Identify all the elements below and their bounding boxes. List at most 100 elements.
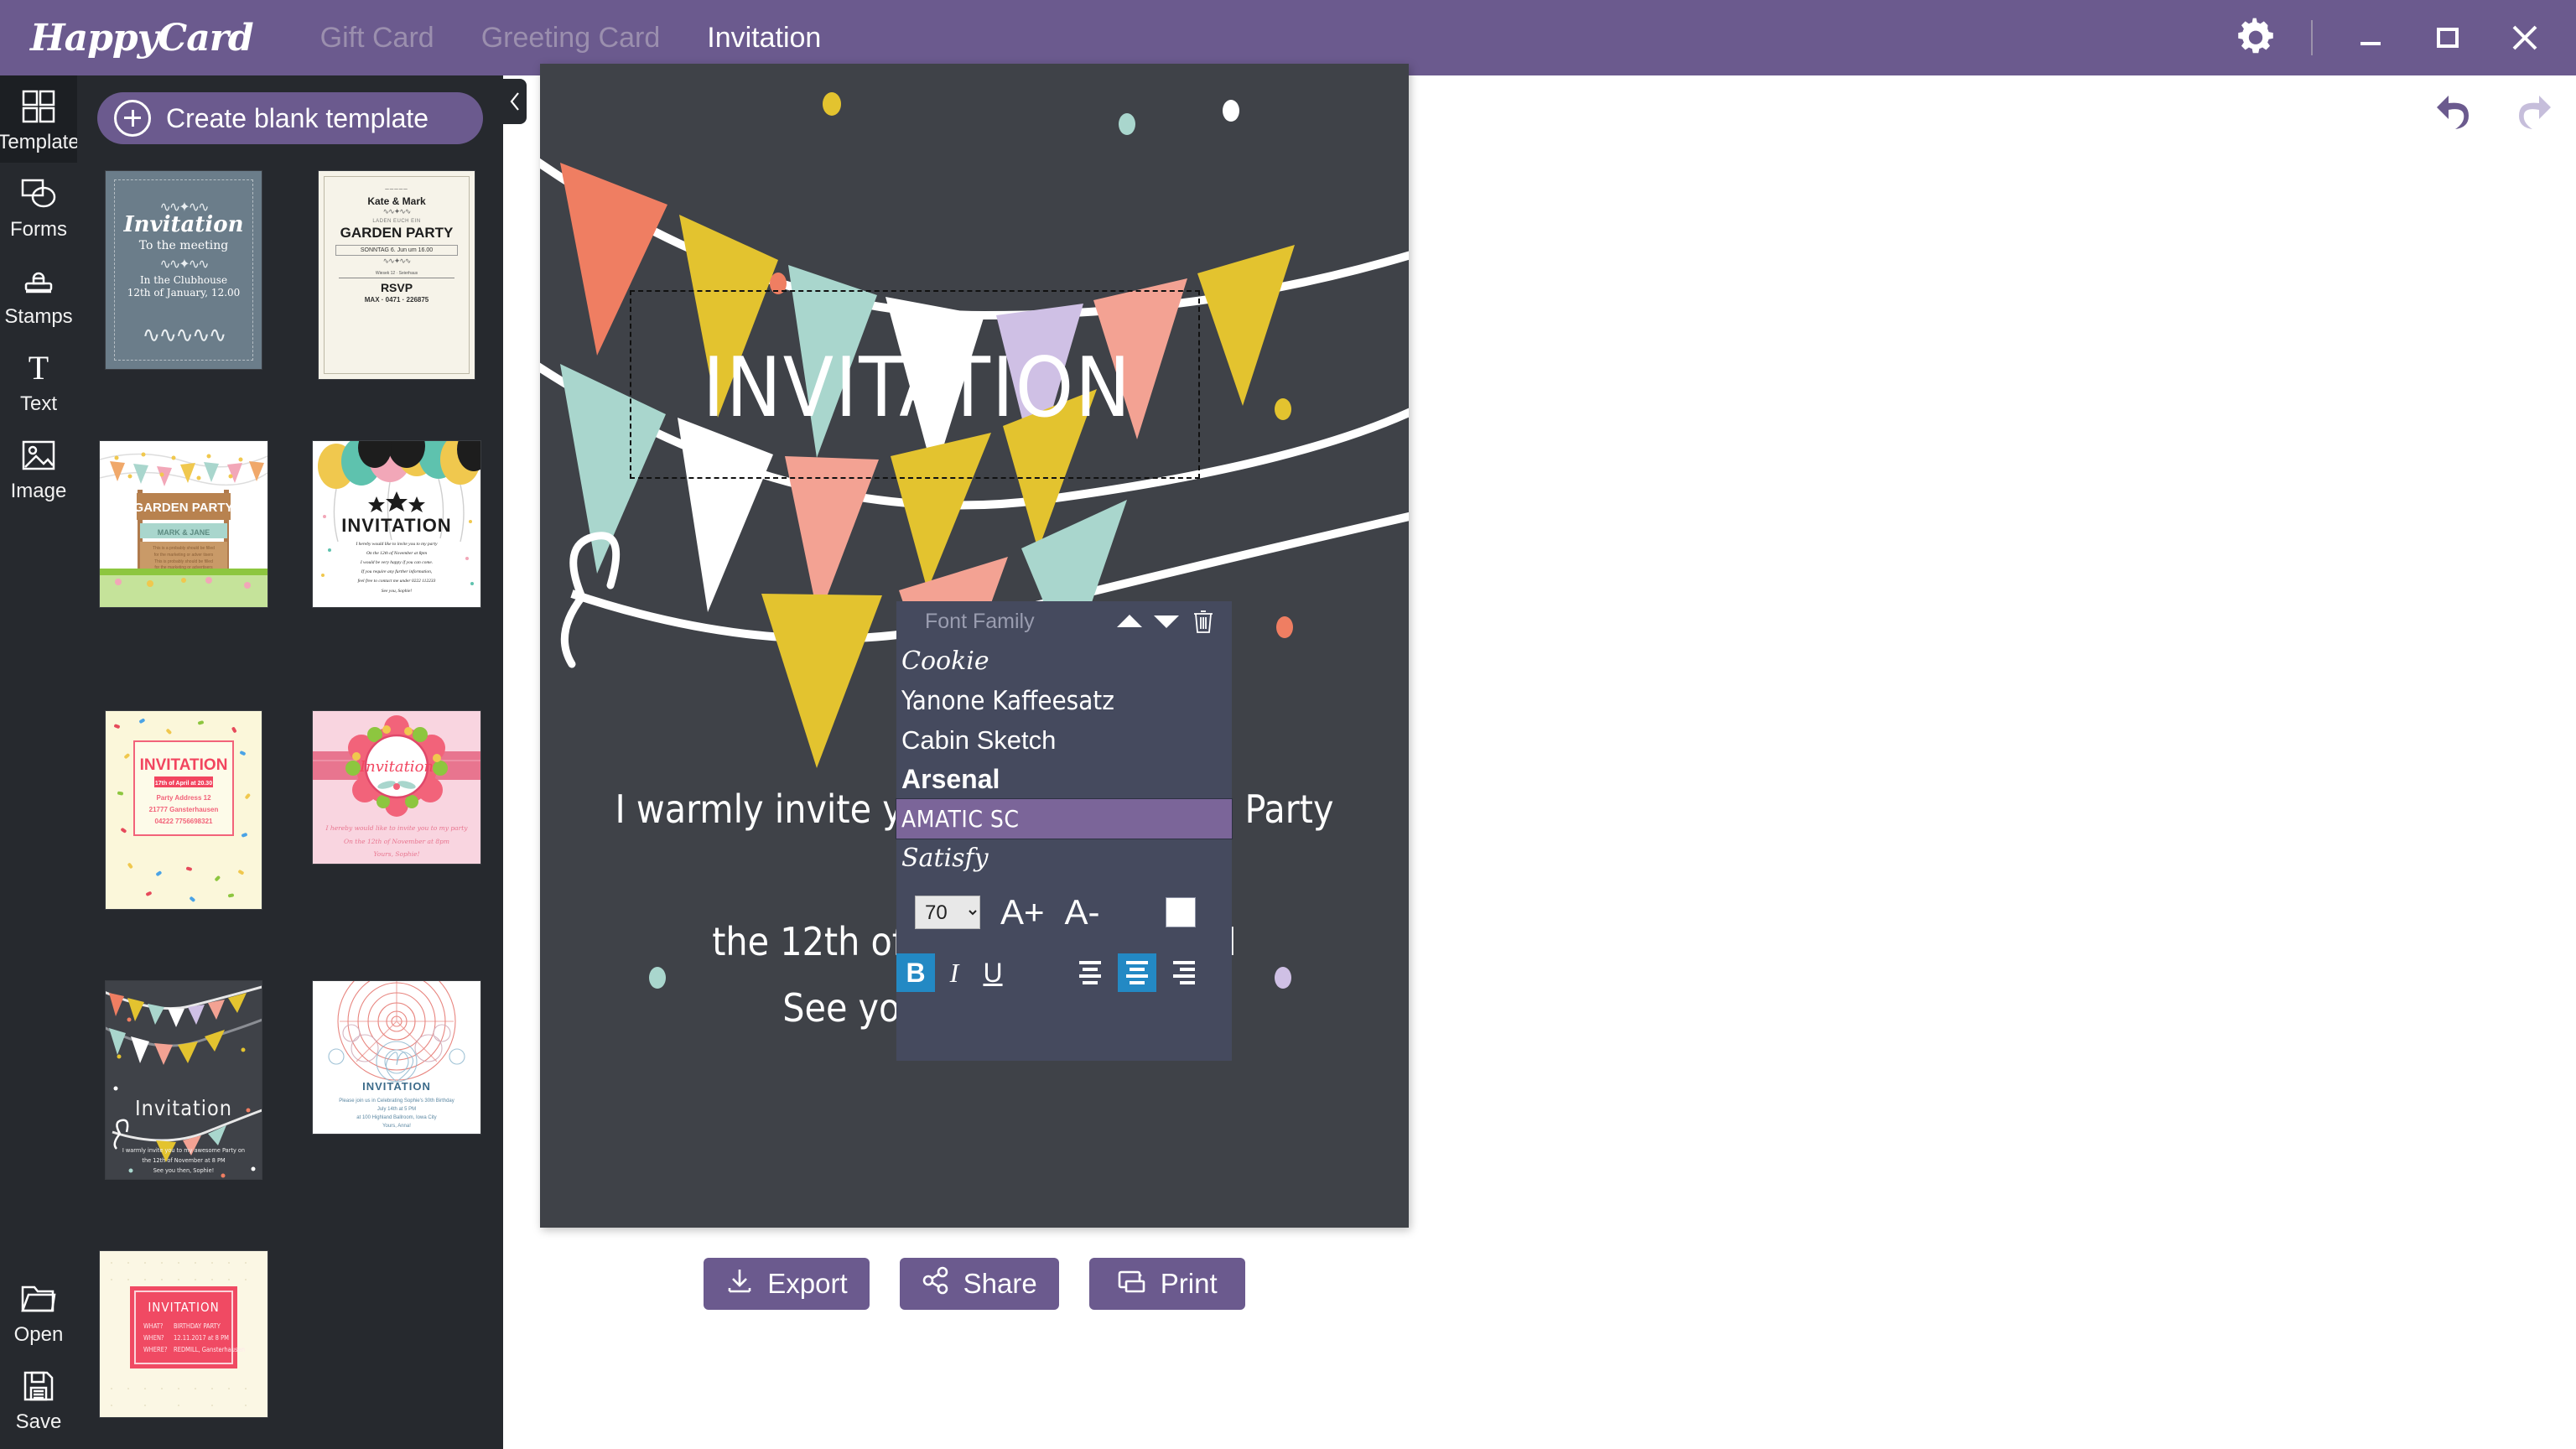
close-button[interactable]: [2499, 12, 2551, 64]
font-option-amatic-sc[interactable]: Amatic SC: [896, 799, 1232, 839]
grid-icon: [19, 87, 58, 126]
sidebar-item-label: Open: [14, 1323, 64, 1347]
toolbar-divider: [2311, 20, 2313, 55]
font-option-cookie[interactable]: Cookie: [896, 641, 1232, 681]
template-bunting-dark-invitation[interactable]: Invitation .: [106, 981, 262, 1179]
svg-text:for the marketing or advertise: for the marketing or advertisers: [154, 565, 213, 570]
template-balloons-invitation[interactable]: INVITATION I hereby would like to invite…: [313, 441, 480, 607]
history-buttons: [2430, 89, 2558, 131]
sidebar-item-label: Forms: [10, 218, 67, 242]
sidebar-item-text[interactable]: T Text: [0, 337, 77, 424]
nav-item-gift-card[interactable]: Gift Card: [297, 13, 458, 63]
svg-text:12.11.2017 at 8 PM: 12.11.2017 at 8 PM: [174, 1334, 229, 1342]
caret-down-icon[interactable]: [1148, 605, 1185, 638]
template-invitation-ornate[interactable]: ∿∿✦∿∿ Invitation To the meeting ∿∿✦∿∿ In…: [106, 171, 262, 369]
card-title-text[interactable]: Invitation: [632, 340, 1202, 436]
sidebar-item-open[interactable]: Open: [0, 1268, 77, 1355]
template-red-frame-invitation[interactable]: INVITATION WHAT?BIRTHDAY PARTY WHEN?12.1…: [100, 1251, 267, 1417]
template-row: INVITATION 17th of April at 20.30 Party …: [77, 711, 503, 981]
svg-text:21777 Gansterhausen: 21777 Gansterhausen: [149, 806, 219, 813]
nav-item-invitation[interactable]: Invitation: [683, 13, 844, 63]
svg-text:the 12th of November at 8 PM: the 12th of November at 8 PM: [142, 1156, 226, 1164]
text-t-icon: T: [19, 349, 58, 387]
sidebar-item-save[interactable]: Save: [0, 1355, 77, 1442]
italic-button[interactable]: I: [935, 953, 974, 992]
text-color-swatch[interactable]: [1166, 897, 1196, 927]
image-icon: [19, 436, 58, 475]
template-garden-party-sign[interactable]: GARDEN PARTY MARK & JANE This is a proba…: [100, 441, 267, 607]
redo-arrow-icon[interactable]: [2511, 89, 2558, 131]
share-button[interactable]: Share: [900, 1258, 1059, 1310]
export-label: Export: [767, 1268, 847, 1300]
font-panel-header: Font Family: [896, 601, 1232, 641]
trash-icon[interactable]: [1185, 605, 1222, 638]
template-confetti-invitation[interactable]: INVITATION 17th of April at 20.30 Party …: [106, 711, 262, 909]
decrease-font-size-button[interactable]: A-: [1065, 892, 1100, 932]
sidebar-item-stamps[interactable]: Stamps: [0, 250, 77, 337]
template-row: INVITATION WHAT?BIRTHDAY PARTY WHEN?12.1…: [77, 1251, 503, 1449]
create-blank-template-button[interactable]: Create blank template: [97, 92, 483, 144]
sidebar-item-image[interactable]: Image: [0, 424, 77, 512]
font-option-arsenal[interactable]: Arsenal: [896, 760, 1232, 799]
create-blank-template-label: Create blank template: [166, 103, 428, 134]
chevron-left-icon: [507, 91, 522, 112]
svg-text:On the 12th of November at 8pm: On the 12th of November at 8pm: [366, 550, 427, 556]
svg-text:MARK & JANE: MARK & JANE: [158, 528, 210, 537]
template-mandala-invitation[interactable]: INVITATION Please join us in Celebrating…: [313, 981, 480, 1134]
svg-text:This is probably should be fil: This is probably should be filled: [154, 559, 213, 564]
svg-text:GARDEN PARTY: GARDEN PARTY: [134, 501, 234, 515]
svg-text:See you, Sophie!: See you, Sophie!: [382, 589, 413, 594]
svg-text:I hereby would like to invite: I hereby would like to invite you to my …: [325, 824, 469, 832]
increase-font-size-button[interactable]: A+: [1000, 892, 1045, 932]
app-logo[interactable]: HappyCard: [30, 17, 253, 60]
caret-up-icon[interactable]: [1111, 605, 1148, 638]
align-right-button[interactable]: [1165, 953, 1203, 992]
svg-text:INVITATION: INVITATION: [140, 756, 228, 774]
bold-button[interactable]: B: [896, 953, 935, 992]
rail-bottom-group: Open Save: [0, 1268, 77, 1442]
font-size-select[interactable]: 102030405060708090100: [915, 896, 980, 929]
svg-text:WHAT?: WHAT?: [143, 1322, 164, 1330]
folder-icon: [19, 1280, 58, 1318]
align-left-button[interactable]: [1071, 953, 1109, 992]
template-row: ∿∿✦∿∿ Invitation To the meeting ∿∿✦∿∿ In…: [77, 171, 503, 441]
plus-circle-icon: [114, 100, 151, 137]
sidebar-item-template[interactable]: Template: [0, 75, 77, 163]
underline-button[interactable]: U: [974, 953, 1012, 992]
minimize-button[interactable]: [2345, 12, 2397, 64]
export-button[interactable]: Export: [704, 1258, 869, 1310]
print-button[interactable]: Print: [1089, 1258, 1245, 1310]
gear-icon[interactable]: [2232, 14, 2279, 61]
stamp-icon: [19, 262, 58, 300]
window-controls: [2232, 0, 2576, 75]
svg-text:This is a probably should be f: This is a probably should be filled: [153, 546, 215, 551]
svg-text:On the 12th of November at 8pm: On the 12th of November at 8pm: [344, 838, 449, 845]
nav-item-greeting-card[interactable]: Greeting Card: [458, 13, 684, 63]
collapse-panel-button[interactable]: [503, 79, 527, 124]
align-center-button[interactable]: [1118, 953, 1156, 992]
font-option-satisfy[interactable]: Satisfy: [896, 839, 1232, 878]
maximize-button[interactable]: [2422, 12, 2474, 64]
template-row: Invitation .: [77, 981, 503, 1251]
share-nodes-icon: [922, 1266, 950, 1301]
svg-text:July 14th at 5 PM: July 14th at 5 PM: [377, 1107, 416, 1112]
undo-arrow-icon[interactable]: [2430, 89, 2477, 131]
template-pink-floral-invitation[interactable]: Invitation I hereby would like to invite…: [313, 711, 480, 864]
svg-text:Invitation: Invitation: [359, 758, 434, 776]
floppy-disk-icon: [19, 1367, 58, 1405]
print-label: Print: [1161, 1268, 1218, 1300]
svg-text:REDMILL, Gansterhausen: REDMILL, Gansterhausen: [174, 1346, 245, 1353]
sidebar-item-forms[interactable]: Forms: [0, 163, 77, 250]
font-option-yanone-kaffeesatz[interactable]: Yanone Kaffeesatz: [896, 681, 1232, 720]
share-label: Share: [963, 1268, 1037, 1300]
font-option-cabin-sketch[interactable]: Cabin Sketch: [896, 720, 1232, 760]
font-panel-title: Font Family: [925, 610, 1111, 634]
card-actions: Export Share Print: [540, 1258, 1409, 1310]
tool-rail: Template Forms Stamps T Text: [0, 75, 77, 1449]
sidebar-item-label: Image: [11, 480, 67, 503]
template-garden-party-vintage[interactable]: ⎯⎯⎯⎯⎯ Kate & Mark ∿∿✦∿∿ LADEN EUCH EIN G…: [319, 171, 475, 379]
download-icon: [725, 1266, 754, 1301]
svg-text:If you require any further inf: If you require any further information,: [361, 569, 433, 574]
svg-text:Yours, Sophie!: Yours, Sophie!: [374, 850, 420, 858]
svg-text:17th of April at 20.30: 17th of April at 20.30: [155, 781, 212, 787]
